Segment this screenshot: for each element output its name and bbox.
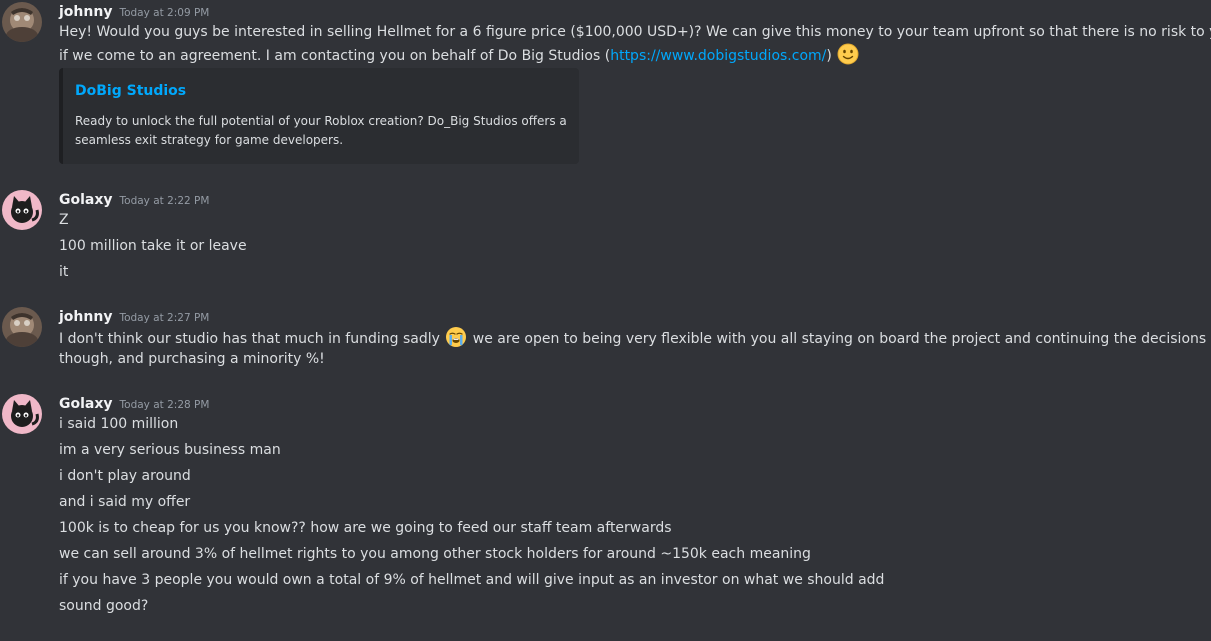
username[interactable]: Golaxy xyxy=(59,192,113,208)
chat-messages: johnny Today at 2:09 PM Hey! Would you gu… xyxy=(0,0,1211,641)
embed-description: seamless exit strategy for game develope… xyxy=(75,133,344,147)
avatar[interactable] xyxy=(2,307,42,347)
avatar[interactable] xyxy=(2,190,42,230)
message-text: Z xyxy=(59,212,69,228)
message-text: sound good? xyxy=(59,598,149,614)
message-text-segment: if we come to an agreement. I am contact… xyxy=(59,48,611,64)
message-text: Hey! Would you guys be interested in sel… xyxy=(59,24,1211,40)
message-text: i don't play around xyxy=(59,468,191,484)
message-text: it xyxy=(59,264,69,280)
message-header: johnny Today at 2:09 PM xyxy=(59,1,209,21)
avatar[interactable] xyxy=(2,394,42,434)
timestamp: Today at 2:27 PM xyxy=(119,312,210,324)
embed-description: Ready to unlock the full potential of yo… xyxy=(75,114,567,128)
message-text: and i said my offer xyxy=(59,494,191,510)
slightly-smiling-face-icon xyxy=(837,43,859,65)
message-text: i said 100 million xyxy=(59,416,179,432)
message-header: Golaxy Today at 2:28 PM xyxy=(59,393,209,413)
message-text: if you have 3 people you would own a tot… xyxy=(59,572,885,588)
embed-title[interactable]: DoBig Studios xyxy=(75,83,186,99)
timestamp: Today at 2:09 PM xyxy=(119,7,210,19)
message-text: though, and purchasing a minority %! xyxy=(59,351,325,367)
loudly-crying-face-icon xyxy=(445,326,467,348)
username[interactable]: johnny xyxy=(59,4,112,20)
message-header: Golaxy Today at 2:22 PM xyxy=(59,189,209,209)
message-text: im a very serious business man xyxy=(59,442,281,458)
avatar[interactable] xyxy=(2,2,42,42)
website-link[interactable]: https://www.dobigstudios.com/ xyxy=(610,48,826,64)
message-text: 100 million take it or leave xyxy=(59,238,247,254)
message-text-segment: we are open to being very flexible with … xyxy=(468,331,1207,347)
username[interactable]: johnny xyxy=(59,309,112,325)
link-embed: DoBig Studios Ready to unlock the full p… xyxy=(59,68,579,164)
message-text: 100k is to cheap for us you know?? how a… xyxy=(59,520,672,536)
timestamp: Today at 2:22 PM xyxy=(119,195,210,207)
message-text-segment: ) xyxy=(826,48,832,64)
timestamp: Today at 2:28 PM xyxy=(119,399,210,411)
message-header: johnny Today at 2:27 PM xyxy=(59,306,209,326)
username[interactable]: Golaxy xyxy=(59,396,113,412)
message-text: if we come to an agreement. I am contact… xyxy=(59,43,1181,67)
message-text: we can sell around 3% of hellmet rights … xyxy=(59,546,811,562)
message-text: I don't think our studio has that much i… xyxy=(59,326,1206,350)
message-text-segment: I don't think our studio has that much i… xyxy=(59,331,440,347)
